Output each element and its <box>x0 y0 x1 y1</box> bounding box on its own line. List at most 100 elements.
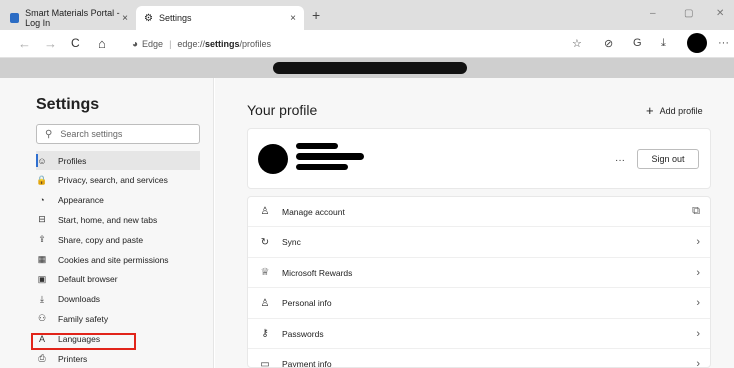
family-icon: ⚇ <box>37 313 47 324</box>
search-input[interactable]: ⚲ Search settings <box>36 124 200 144</box>
site-favicon-icon <box>10 13 20 23</box>
redacted-name <box>296 143 338 149</box>
tab-strip: Smart Materials Portal - Log In × ⚙ Sett… <box>0 0 734 30</box>
sidebar-item-label: Privacy, search, and services <box>58 175 168 186</box>
external-link-icon: ⧉ <box>692 205 700 217</box>
sidebar-item-label: Printers <box>58 353 88 364</box>
home-icon[interactable]: ⌂ <box>98 36 106 51</box>
search-placeholder: Search settings <box>60 129 123 139</box>
download-icon: ⤓ <box>40 293 44 304</box>
settings-title: Settings <box>36 96 100 113</box>
key-icon: ⚷ <box>261 328 269 339</box>
close-window-icon[interactable]: ✕ <box>716 8 724 19</box>
account-icon: ♙ <box>260 206 270 217</box>
address-brand: Edge <box>142 39 164 49</box>
plus-icon: + <box>646 103 654 118</box>
rewards-icon: ♕ <box>260 267 270 278</box>
more-options-icon[interactable]: ··· <box>615 155 625 166</box>
sidebar-item-label: Profiles <box>58 155 87 166</box>
gear-icon: ⚙ <box>144 12 153 24</box>
page-title: Your profile <box>247 102 318 118</box>
minimize-icon[interactable]: – <box>650 8 656 19</box>
address-suffix: /profiles <box>239 39 271 49</box>
settings-row-label: Microsoft Rewards <box>282 267 353 278</box>
address-separator: | <box>169 39 172 49</box>
sync-icon: ↻ <box>260 236 270 248</box>
profile-card-avatar <box>258 144 288 174</box>
maximize-icon[interactable]: ▢ <box>684 8 693 19</box>
sync-icon[interactable]: G <box>633 37 642 49</box>
tab-smart-materials[interactable]: Smart Materials Portal - Log In × <box>4 6 136 30</box>
sidebar-item-label: Start, home, and new tabs <box>58 214 158 225</box>
downloads-icon[interactable]: ⤓ <box>661 37 666 50</box>
sidebar-item-label: Cookies and site permissions <box>58 254 169 265</box>
settings-row-passwords[interactable]: ⚷ Passwords › <box>248 319 710 349</box>
settings-row-personal-info[interactable]: ♙ Personal info › <box>248 289 710 319</box>
sidebar-item-share-copy-and-paste[interactable]: ⇪ Share, copy and paste <box>36 230 200 249</box>
new-tab-button[interactable]: + <box>312 7 320 23</box>
printer-icon: ⎙ <box>38 353 46 363</box>
profile-icon: ☺ <box>37 155 47 166</box>
close-tab-icon[interactable]: × <box>122 13 128 24</box>
chevron-right-icon: › <box>696 297 700 309</box>
profile-settings-list: ♙ Manage account ⧉ ↻ Sync › ♕ Microsoft Rewards… <box>247 196 711 368</box>
address-bar[interactable]: ◕ Edge | edge://settings/profiles <box>132 35 271 53</box>
person-icon: ♙ <box>260 297 270 309</box>
settings-row-label: Manage account <box>282 206 345 217</box>
redacted-name <box>296 153 364 160</box>
settings-row-sync[interactable]: ↻ Sync › <box>248 228 710 258</box>
settings-row-manage-account[interactable]: ♙ Manage account ⧉ <box>248 197 710 227</box>
settings-row-label: Passwords <box>282 328 324 339</box>
edge-logo-icon: ◕ <box>132 38 139 50</box>
add-profile-label: Add profile <box>659 106 703 116</box>
sidebar-item-label: Family safety <box>58 313 109 324</box>
sidebar-item-label: Downloads <box>58 294 101 305</box>
back-icon[interactable]: ← <box>18 36 31 51</box>
browser-icon: ▣ <box>37 273 47 284</box>
redacted-info-pill <box>273 62 467 74</box>
tab-settings[interactable]: ⚙ Settings × <box>136 6 304 30</box>
settings-row-label: Sync <box>282 237 301 247</box>
add-profile-button[interactable]: + Add profile <box>646 103 703 118</box>
card-icon: ▭ <box>260 358 270 368</box>
chevron-right-icon: › <box>696 236 700 248</box>
appearance-icon: ◔ <box>39 195 45 206</box>
home-icon: ⊟ <box>38 214 46 225</box>
sidebar-item-label: Default browser <box>58 274 118 285</box>
collections-icon[interactable]: ⊘ <box>604 37 613 50</box>
tab-title: Settings <box>158 13 192 23</box>
close-tab-icon[interactable]: × <box>290 13 296 24</box>
sidebar-item-family-safety[interactable]: ⚇ Family safety <box>36 309 200 328</box>
sidebar-item-label: Appearance <box>58 195 104 206</box>
sidebar-item-label: Share, copy and paste <box>58 234 144 245</box>
sidebar-item-appearance[interactable]: ◔ Appearance <box>36 191 200 210</box>
address-bold: settings <box>204 39 240 49</box>
chevron-right-icon: › <box>696 266 700 279</box>
settings-row-microsoft-rewards[interactable]: ♕ Microsoft Rewards › <box>248 258 710 288</box>
search-icon: ⚲ <box>45 128 53 140</box>
sidebar-item-cookies-and-site-permissions[interactable]: ▦ Cookies and site permissions <box>36 250 200 269</box>
languages-highlight-box <box>31 333 136 350</box>
share-icon: ⇪ <box>38 234 46 245</box>
chevron-right-icon: › <box>696 358 700 368</box>
sign-out-button[interactable]: Sign out <box>637 149 699 169</box>
settings-row-label: Personal info <box>282 298 332 308</box>
refresh-icon[interactable]: C <box>71 36 80 50</box>
settings-row-label: Payment info <box>282 359 332 368</box>
sidebar-item-start-home-and-new-tabs[interactable]: ⊟ Start, home, and new tabs <box>36 210 200 229</box>
favorites-icon[interactable]: ☆ <box>572 37 582 50</box>
more-icon[interactable]: ··· <box>718 37 729 49</box>
address-prefix: edge:// <box>177 39 205 49</box>
cookie-icon: ▦ <box>37 254 47 264</box>
chevron-right-icon: › <box>696 327 700 340</box>
profile-avatar[interactable] <box>687 33 707 53</box>
tab-title: Smart Materials Portal - Log In <box>25 8 120 28</box>
forward-icon[interactable]: → <box>44 36 57 51</box>
sidebar-item-downloads[interactable]: ⤓ Downloads <box>36 290 200 309</box>
redacted-email <box>296 164 348 170</box>
sidebar-item-privacy-search-and-services[interactable]: 🔒 Privacy, search, and services <box>36 171 200 190</box>
sidebar-item-profiles[interactable]: ☺ Profiles <box>36 151 200 170</box>
sidebar-item-printers[interactable]: ⎙ Printers <box>36 349 200 368</box>
sidebar-item-default-browser[interactable]: ▣ Default browser <box>36 270 200 289</box>
settings-row-payment-info[interactable]: ▭ Payment info › <box>248 350 710 368</box>
